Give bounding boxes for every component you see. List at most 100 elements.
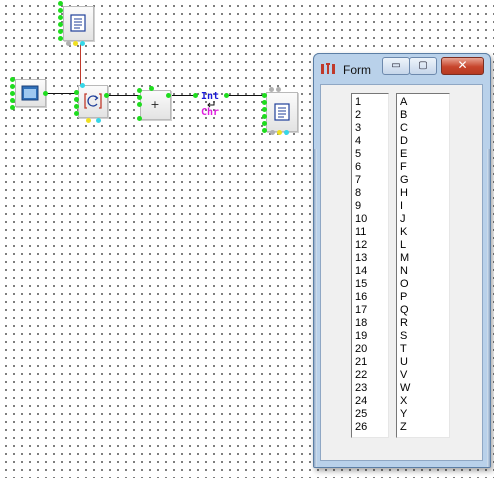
number-list-item[interactable]: 13 (355, 252, 388, 265)
letter-list-item[interactable]: R (400, 317, 449, 330)
number-list-item[interactable]: 24 (355, 395, 388, 408)
letter-list-item[interactable]: D (400, 135, 449, 148)
number-list-item[interactable]: 21 (355, 356, 388, 369)
number-list-item[interactable]: 3 (355, 122, 388, 135)
form-node[interactable] (15, 79, 46, 107)
number-list-item[interactable]: 11 (355, 226, 388, 239)
pin[interactable] (104, 93, 109, 98)
pin[interactable] (66, 41, 71, 46)
number-list-item[interactable]: 20 (355, 343, 388, 356)
number-list-item[interactable]: 22 (355, 369, 388, 382)
letter-list-item[interactable]: A (400, 96, 449, 109)
letter-list-item[interactable]: F (400, 161, 449, 174)
pin[interactable] (86, 118, 91, 123)
letter-list-item[interactable]: E (400, 148, 449, 161)
letter-list-item[interactable]: N (400, 265, 449, 278)
pin[interactable] (43, 91, 48, 96)
number-list-item[interactable]: 1 (355, 96, 388, 109)
pin[interactable] (96, 118, 101, 123)
pin[interactable] (58, 8, 63, 13)
letter-list-item[interactable]: C (400, 122, 449, 135)
convert-node[interactable]: Int Chr (196, 90, 226, 122)
pin[interactable] (80, 41, 85, 46)
title-bar[interactable]: Form ▭ ▢ ✕ (314, 54, 490, 82)
number-list-item[interactable]: 14 (355, 265, 388, 278)
pin[interactable] (262, 100, 267, 105)
number-list-item[interactable]: 26 (355, 421, 388, 434)
pin[interactable] (262, 107, 267, 112)
number-list-item[interactable]: 2 (355, 109, 388, 122)
pin[interactable] (137, 116, 142, 121)
document-node-top[interactable] (63, 6, 94, 41)
pin[interactable] (269, 87, 274, 92)
close-button[interactable]: ✕ (441, 57, 484, 75)
number-list-item[interactable]: 18 (355, 317, 388, 330)
pin[interactable] (58, 22, 63, 27)
pin[interactable] (74, 104, 79, 109)
letter-list-item[interactable]: O (400, 278, 449, 291)
letter-list-item[interactable]: Z (400, 421, 449, 434)
pin[interactable] (58, 1, 63, 6)
pin[interactable] (58, 15, 63, 20)
pin[interactable] (10, 105, 15, 110)
pin[interactable] (166, 93, 171, 98)
pin[interactable] (137, 88, 142, 93)
pin[interactable] (193, 93, 198, 98)
pin[interactable] (58, 29, 63, 34)
pin[interactable] (74, 97, 79, 102)
letter-list-item[interactable]: Y (400, 408, 449, 421)
letter-list-item[interactable]: T (400, 343, 449, 356)
letter-list-item[interactable]: I (400, 200, 449, 213)
number-list-item[interactable]: 23 (355, 382, 388, 395)
pin[interactable] (137, 102, 142, 107)
letter-list-item[interactable]: W (400, 382, 449, 395)
number-list-item[interactable]: 4 (355, 135, 388, 148)
pin[interactable] (10, 98, 15, 103)
number-list-item[interactable]: 15 (355, 278, 388, 291)
pin[interactable] (262, 121, 267, 126)
letter-list-item[interactable]: V (400, 369, 449, 382)
number-list-item[interactable]: 17 (355, 304, 388, 317)
letter-list-item[interactable]: H (400, 187, 449, 200)
form-window[interactable]: Form ▭ ▢ ✕ 1 2 3 4 5 6 7 8 9 10 11 12 13 14 15 16 17 18 19… (313, 53, 491, 468)
number-list-item[interactable]: 10 (355, 213, 388, 226)
number-list-item[interactable]: 7 (355, 174, 388, 187)
document-node-list[interactable] (266, 92, 298, 132)
pin[interactable] (73, 41, 78, 46)
letters-listbox[interactable]: ABCDEFGHIJKLMNOPQRSTUVWXYZ (396, 93, 450, 438)
number-list-item[interactable]: 6 (355, 161, 388, 174)
number-list-item[interactable]: 9 (355, 200, 388, 213)
pin[interactable] (262, 128, 267, 133)
pin[interactable] (284, 130, 289, 135)
letter-list-item[interactable]: L (400, 239, 449, 252)
pin[interactable] (262, 114, 267, 119)
pin[interactable] (58, 36, 63, 41)
number-list-item[interactable]: 12 (355, 239, 388, 252)
pin[interactable] (80, 83, 85, 88)
pin[interactable] (276, 87, 281, 92)
pin[interactable] (74, 90, 79, 95)
letter-list-item[interactable]: G (400, 174, 449, 187)
letter-list-item[interactable]: K (400, 226, 449, 239)
maximize-button[interactable]: ▢ (409, 57, 437, 75)
letter-list-item[interactable]: M (400, 252, 449, 265)
number-list-item[interactable]: 19 (355, 330, 388, 343)
number-list-item[interactable]: 25 (355, 408, 388, 421)
letter-list-item[interactable]: X (400, 395, 449, 408)
pin[interactable] (10, 77, 15, 82)
letter-list-item[interactable]: P (400, 291, 449, 304)
letter-list-item[interactable]: B (400, 109, 449, 122)
pin[interactable] (262, 93, 267, 98)
pin[interactable] (10, 91, 15, 96)
letter-list-item[interactable]: U (400, 356, 449, 369)
pin[interactable] (277, 130, 282, 135)
pin[interactable] (74, 111, 79, 116)
pin[interactable] (270, 130, 275, 135)
pin[interactable] (10, 84, 15, 89)
letter-list-item[interactable]: S (400, 330, 449, 343)
number-list-item[interactable]: 16 (355, 291, 388, 304)
letter-list-item[interactable]: Q (400, 304, 449, 317)
numbers-listbox[interactable]: 1 2 3 4 5 6 7 8 9 10 11 12 13 14 15 16 17 18 19 20 21 22 23 24 2… (351, 93, 389, 438)
pin[interactable] (137, 95, 142, 100)
pin[interactable] (149, 86, 154, 91)
